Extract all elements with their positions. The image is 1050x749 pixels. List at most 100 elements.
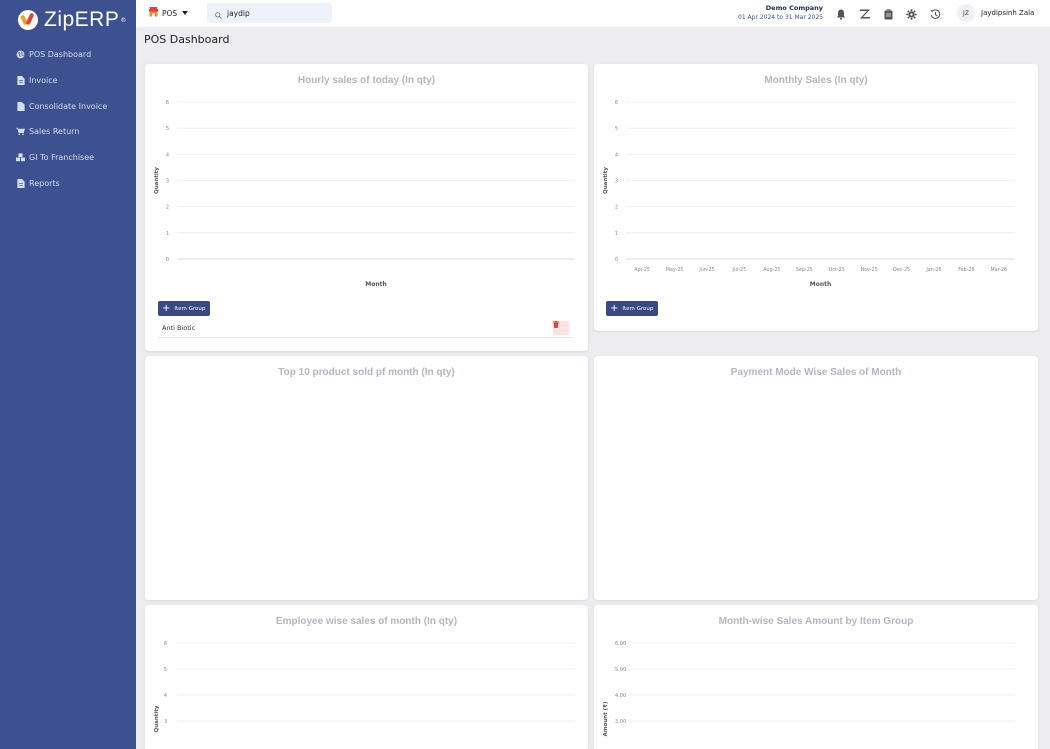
store-icon [149,7,158,19]
y-tick-label: 5.00 [615,667,626,673]
caret-down-icon [182,11,189,15]
x-tick-label: Oct-25 [829,267,845,273]
y-tick-label: 1 [615,231,618,237]
x-tick-label: Apr-25 [634,267,650,273]
module-label: POS [162,8,178,18]
add-item-group-label: Item Group [622,305,654,312]
topbar-icons [834,7,952,21]
x-tick-label: Feb-26 [958,267,974,273]
cart-icon [16,127,25,136]
employee-sales-card: Employee wise sales of month (In qty) 34… [145,605,588,749]
app-logo-text: ZipERP [44,8,120,31]
sidebar-item-pos-dashboard[interactable]: POS Dashboard [0,42,136,68]
sidebar: ZipERP ® POS Dashboard Invoice Consolidat… [0,0,136,749]
trash-icon [553,321,559,328]
y-tick-label: 0 [166,257,169,263]
card-title: Payment Mode Wise Sales of Month [730,367,902,378]
y-tick-label: 4.00 [615,693,626,699]
item-group-amount-chart: 3.00 4.00 5.00 6.00 Amount (₹) [602,641,1015,737]
sidebar-item-consolidate-invoice[interactable]: Consolidate Invoice [0,93,136,119]
sidebar-item-label: Reports [29,178,60,188]
y-tick-label: 5 [164,667,167,673]
y-tick-label: 3 [615,179,618,185]
plus-icon: + [162,302,171,314]
sidebar-item-reports[interactable]: Reports [0,170,136,196]
fiscal-year: 01 Apr 2024 to 31 Mar 2025 [738,14,823,21]
item-group-amount-card: Month-wise Sales Amount by Item Group 3.… [594,605,1038,749]
file-icon [16,178,25,188]
x-tick-label: Dec-25 [893,267,910,273]
x-axis-label: Month [365,281,387,288]
sidebar-item-invoice[interactable]: Invoice [0,68,136,94]
y-axis-label: Quantity [603,167,609,194]
y-tick-label: 5 [615,126,618,132]
y-tick-label: 0 [615,257,618,263]
monthly-sales-card: Monthly Sales (In qty) 0 1 2 3 4 5 6 Quantity Ap… [594,64,1038,331]
search-box[interactable] [207,3,332,23]
plus-icon: + [610,302,619,314]
app-logo[interactable]: ZipERP ® [0,0,136,40]
search-input[interactable] [227,8,322,18]
y-tick-label: 6.00 [615,641,626,647]
top-bar: POS Demo Company 01 Apr 2024 to 31 Mar 2… [136,0,1050,27]
y-axis-label: Quantity [154,705,160,732]
y-tick-label: 2 [615,205,618,211]
y-tick-label: 3 [166,179,169,185]
history-icon[interactable] [928,7,942,21]
gear-icon[interactable] [905,7,919,21]
y-tick-label: 6 [166,100,169,106]
file-icon [16,76,25,86]
card-title: Top 10 product sold pf month (In qty) [278,367,455,378]
y-tick-label: 3 [164,719,167,725]
employee-sales-chart: 3 4 5 6 Quantity [154,641,575,732]
y-tick-label: 5 [166,126,169,132]
sidebar-item-sales-return[interactable]: Sales Return [0,119,136,145]
page-title: POS Dashboard [144,33,230,46]
delete-button[interactable] [553,321,569,335]
sidebar-item-label: Sales Return [29,127,80,137]
y-tick-label: 6 [164,641,167,647]
globe-icon [16,50,25,59]
clipboard-icon[interactable] [881,7,895,21]
x-tick-label: Jun-25 [698,267,714,273]
sidebar-item-label: GI To Franchisee [29,153,95,163]
y-axis-label: Amount (₹) [602,701,609,736]
hourly-sales-chart: 0 1 2 3 4 5 6 Quantity Month [154,100,575,288]
logo-registered-mark: ® [120,16,127,24]
item-group-name: Anti Biotic [162,324,196,332]
y-tick-label: 3.00 [615,719,626,725]
add-item-group-label: Item Group [174,305,206,312]
top-products-card: Top 10 product sold pf month (In qty) [145,356,588,600]
cubes-icon [16,153,25,162]
y-tick-label: 4 [166,152,169,158]
x-tick-label: Sep-25 [796,267,813,273]
sidebar-item-gi-to-franchisee[interactable]: GI To Franchisee [0,145,136,171]
x-tick-label: Jan-26 [925,267,941,273]
y-tick-label: 4 [615,152,618,158]
z-brand-icon[interactable] [858,7,872,21]
y-axis-label: Quantity [154,167,160,194]
user-name: Jaydipsinh Zala [981,9,1035,17]
x-tick-label: Aug-25 [763,267,780,273]
bell-icon[interactable] [834,7,848,21]
ziperp-logo-icon [18,10,38,30]
sidebar-item-label: POS Dashboard [29,50,92,60]
add-item-group-button[interactable]: + Item Group [606,301,659,316]
x-axis-label: Month [810,281,832,288]
avatar: JZ [957,4,975,22]
company-name: Demo Company [765,4,823,12]
user-menu[interactable]: JZ Jaydipsinh Zala [957,4,1034,22]
module-dropdown[interactable]: POS [149,7,189,19]
file-icon [16,101,25,111]
company-selector[interactable]: Demo Company 01 Apr 2024 to 31 Mar 2025 [738,4,823,21]
y-tick-label: 4 [164,693,167,699]
add-item-group-button[interactable]: + Item Group [158,301,211,316]
sidebar-nav: POS Dashboard Invoice Consolidate Invoic… [0,42,136,196]
y-tick-label: 6 [615,100,618,106]
payment-mode-card: Payment Mode Wise Sales of Month [594,356,1038,600]
hourly-sales-card: Hourly sales of today (In qty) 0 1 2 3 4 5 6 Qu… [145,64,588,351]
x-tick-label: Jul-25 [732,267,747,273]
x-tick-label: Nov-25 [861,267,878,273]
monthly-sales-chart: 0 1 2 3 4 5 6 Quantity Apr-25 May-25 Jun-25 Jul-25 A… [603,100,1015,288]
search-icon [215,4,222,23]
